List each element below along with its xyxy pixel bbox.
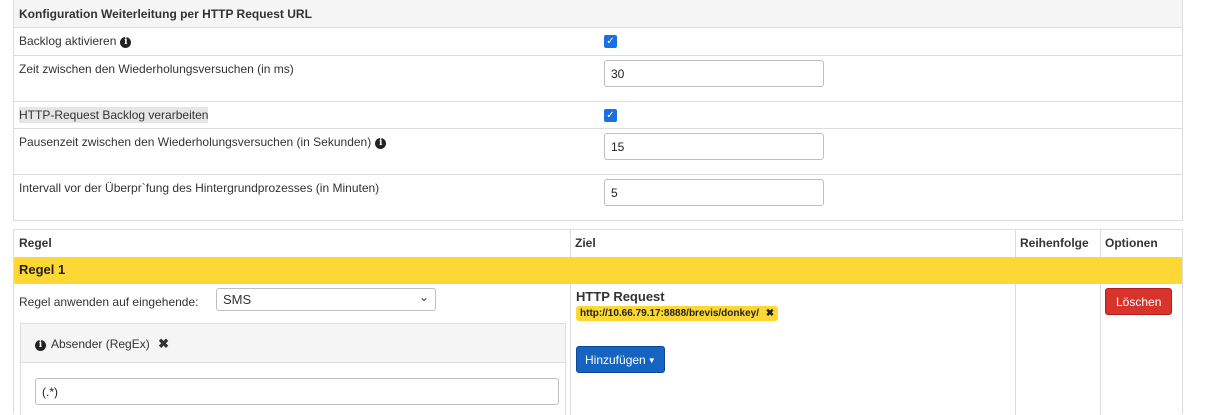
config-table: Konfiguration Weiterleitung per HTTP Req… <box>13 0 1183 221</box>
divider <box>570 230 571 257</box>
divider <box>570 284 571 415</box>
chevron-down-icon: ⌄ <box>418 290 429 304</box>
message-type-select[interactable]: SMS ⌄ <box>216 288 436 311</box>
rules-table: Regel Ziel Reihenfolge Optionen Regel 1 … <box>13 229 1183 415</box>
pause-input[interactable]: 15 <box>604 133 824 160</box>
pause-row: Pausenzeit zwischen den Wiederholungsver… <box>14 128 1182 174</box>
regex-input[interactable]: (.*) <box>35 378 559 405</box>
condition-panel: i Absender (RegEx) ✖ (.*) <box>20 323 566 415</box>
target-url-tag: http://10.66.79.17:8888/brevis/donkey/ ✖ <box>576 306 779 321</box>
process-backlog-checkbox[interactable]: ✓ <box>604 109 617 122</box>
backlog-label: Backlog aktivieren <box>19 34 117 48</box>
target-type: HTTP Request <box>576 289 665 304</box>
divider <box>1015 284 1016 415</box>
header-order: Reihenfolge <box>1020 236 1089 250</box>
interval-row: Intervall vor der Überpr`fung des Hinter… <box>14 174 1182 220</box>
process-backlog-row: HTTP-Request Backlog verarbeiten ✓ <box>14 101 1182 128</box>
caret-down-icon: ▼ <box>647 356 656 365</box>
retry-time-input[interactable]: 30 <box>604 60 824 87</box>
info-icon[interactable]: i <box>375 138 387 149</box>
divider <box>1100 284 1101 415</box>
backlog-checkbox[interactable]: ✓ <box>604 35 617 48</box>
add-button[interactable]: Hinzufügen ▼ <box>576 346 665 373</box>
condition-label: Absender (RegEx) <box>51 337 150 351</box>
header-rule: Regel <box>19 236 52 250</box>
config-header-row: Konfiguration Weiterleitung per HTTP Req… <box>14 0 1182 27</box>
rule-1-header: Regel 1 <box>14 257 1182 284</box>
target-url: http://10.66.79.17:8888/brevis/donkey/ <box>580 308 759 319</box>
close-icon[interactable]: ✖ <box>766 308 774 319</box>
close-icon[interactable]: ✖ <box>158 336 169 351</box>
message-type-value: SMS <box>223 292 252 307</box>
retry-time-label: Zeit zwischen den Wiederholungsversuchen… <box>19 62 294 76</box>
header-options: Optionen <box>1105 236 1158 250</box>
retry-time-row: Zeit zwischen den Wiederholungsversuchen… <box>14 55 1182 101</box>
delete-button[interactable]: Löschen <box>1105 288 1173 315</box>
info-icon[interactable]: i <box>35 340 46 351</box>
header-target: Ziel <box>575 236 596 250</box>
info-icon[interactable]: i <box>120 37 132 48</box>
add-button-label: Hinzufügen <box>585 353 646 367</box>
backlog-row: Backlog aktivieren i ✓ <box>14 27 1182 55</box>
divider <box>1015 230 1016 257</box>
interval-input[interactable]: 5 <box>604 179 824 206</box>
interval-label: Intervall vor der Überpr`fung des Hinter… <box>19 181 380 195</box>
apply-label: Regel anwenden auf eingehende: <box>19 295 199 309</box>
condition-header: i Absender (RegEx) ✖ <box>21 324 565 363</box>
config-title: Konfiguration Weiterleitung per HTTP Req… <box>19 7 312 21</box>
process-backlog-label: HTTP-Request Backlog verarbeiten <box>19 107 209 123</box>
divider <box>1100 230 1101 257</box>
pause-label: Pausenzeit zwischen den Wiederholungsver… <box>19 135 372 149</box>
